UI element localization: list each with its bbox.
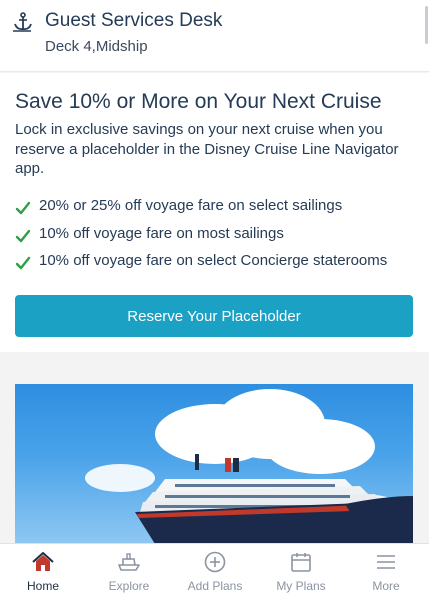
ship-icon bbox=[118, 553, 140, 571]
tab-home[interactable]: Home bbox=[0, 544, 86, 600]
reserve-placeholder-button[interactable]: Reserve Your Placeholder bbox=[15, 295, 413, 337]
promo-card: Save 10% or More on Your Next Cruise Loc… bbox=[0, 73, 429, 352]
benefits-list: 20% or 25% off voyage fare on select sai… bbox=[15, 196, 415, 279]
scrollbar[interactable] bbox=[425, 6, 428, 44]
tab-add-plans[interactable]: Add Plans bbox=[172, 544, 258, 600]
tab-label: Add Plans bbox=[187, 579, 243, 593]
bottom-tab-bar: Home Explore Add Plans My Plans More bbox=[0, 543, 429, 600]
location-subtitle: Deck 4,Midship bbox=[45, 38, 148, 55]
tab-label: Explore bbox=[108, 579, 150, 593]
hero-image[interactable] bbox=[15, 384, 413, 544]
location-title: Guest Services Desk bbox=[45, 10, 223, 31]
checkmark-icon bbox=[15, 229, 31, 242]
benefit-text: 10% off voyage fare on most sailings bbox=[39, 224, 284, 242]
anchor-icon bbox=[13, 12, 32, 32]
cruise-ship-illustration bbox=[135, 454, 413, 544]
home-icon bbox=[32, 552, 54, 571]
benefit-item: 10% off voyage fare on select Concierge … bbox=[15, 251, 415, 279]
tab-label: More bbox=[372, 579, 400, 593]
tab-explore[interactable]: Explore bbox=[86, 544, 172, 600]
benefit-item: 20% or 25% off voyage fare on select sai… bbox=[15, 196, 415, 224]
benefit-text: 10% off voyage fare on select Concierge … bbox=[39, 252, 388, 269]
location-header: Guest Services Desk Deck 4,Midship bbox=[0, 0, 429, 72]
benefit-item: 10% off voyage fare on most sailings bbox=[15, 224, 415, 252]
tab-my-plans[interactable]: My Plans bbox=[258, 544, 344, 600]
benefit-text: 20% or 25% off voyage fare on select sai… bbox=[39, 197, 343, 214]
menu-icon bbox=[377, 555, 395, 569]
tab-label: My Plans bbox=[276, 579, 326, 593]
plus-circle-icon bbox=[204, 551, 226, 573]
checkmark-icon bbox=[15, 201, 31, 215]
tab-label: Home bbox=[26, 579, 59, 593]
checkmark-icon bbox=[15, 256, 31, 270]
promo-description: Lock in exclusive savings on your next c… bbox=[15, 121, 399, 177]
tab-more[interactable]: More bbox=[343, 544, 429, 600]
promo-headline: Save 10% or More on Your Next Cruise bbox=[15, 90, 382, 113]
calendar-icon bbox=[291, 553, 311, 572]
